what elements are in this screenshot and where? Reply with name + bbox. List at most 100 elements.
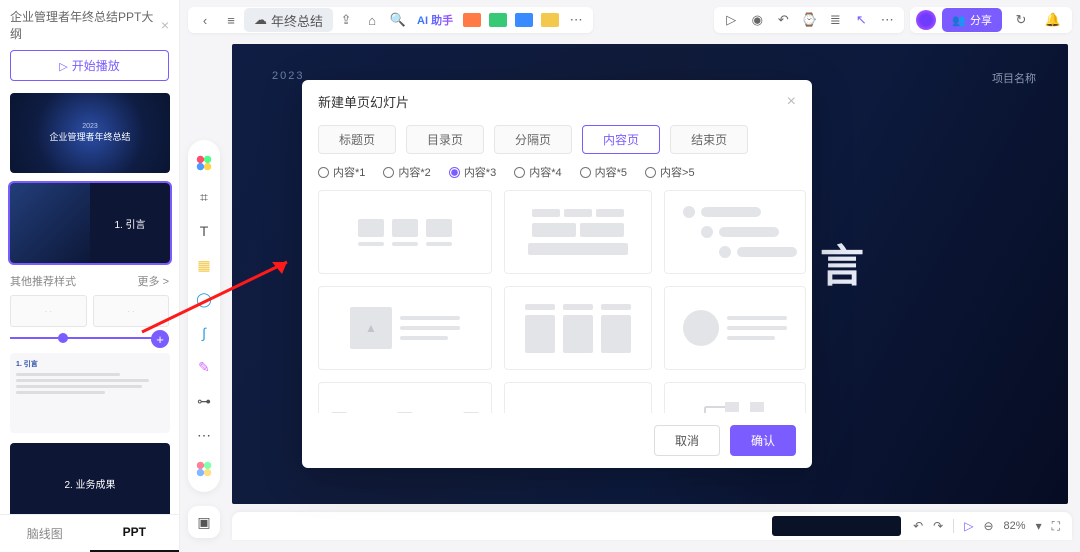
other-styles-header: 其他推荐样式 更多 > <box>10 273 169 289</box>
history-undo-icon[interactable]: ↶ <box>770 8 796 32</box>
thumb-cover-title: 企业管理者年终总结 <box>49 130 130 143</box>
redo-icon[interactable]: ↷ <box>933 519 943 533</box>
color-dots-icon[interactable] <box>195 460 213 478</box>
share-icon: 👥 <box>952 14 966 27</box>
more-styles-link[interactable]: 更多 > <box>138 273 169 289</box>
rail-more-icon[interactable]: ⋯ <box>195 426 213 444</box>
radio-content-4[interactable]: 内容*4 <box>514 164 561 180</box>
document-title-row: 企业管理者年终总结PPT大纲 × <box>0 0 179 50</box>
share-label: 分享 <box>970 12 992 28</box>
text-icon[interactable]: T <box>195 222 213 240</box>
note-icon[interactable]: ▦ <box>195 256 213 274</box>
confirm-button[interactable]: 确认 <box>730 425 796 456</box>
filmstrip-preview[interactable] <box>772 516 901 536</box>
tab-toc-page[interactable]: 目录页 <box>406 125 484 154</box>
add-slide-button[interactable]: + <box>151 330 169 348</box>
template-8[interactable] <box>504 382 652 413</box>
app-g-icon[interactable] <box>489 13 507 27</box>
present-icon[interactable]: ▷ <box>718 8 744 32</box>
template-grid: ▲ <box>302 186 812 413</box>
tab-ppt[interactable]: PPT <box>90 515 180 552</box>
template-1[interactable] <box>318 190 492 274</box>
play-label: 开始播放 <box>72 59 120 73</box>
template-9[interactable] <box>664 382 806 413</box>
theme-icon[interactable] <box>195 154 213 172</box>
doc-chip-label: 年终总结 <box>271 11 323 30</box>
tab-end-page[interactable]: 结束页 <box>670 125 748 154</box>
app-p-icon[interactable] <box>463 13 481 27</box>
tab-divider-page[interactable]: 分隔页 <box>494 125 572 154</box>
canvas-main-text: 言 <box>820 230 868 294</box>
play-icon: ▷ <box>59 61 67 73</box>
style-variants: · · · · <box>10 295 169 327</box>
tab-mindmap[interactable]: 脑线图 <box>0 515 90 552</box>
export-icon[interactable]: ⇪ <box>333 8 359 32</box>
dialog-footer: 取消 确认 <box>302 413 812 468</box>
radio-content-2[interactable]: 内容*2 <box>383 164 430 180</box>
toolbar-overflow-icon[interactable]: ⋯ <box>563 8 589 32</box>
crop-icon[interactable]: ⌗ <box>195 188 213 206</box>
bracket-tree-icon <box>675 399 795 413</box>
insert-slide-line: + <box>10 337 169 339</box>
template-7[interactable] <box>318 382 492 413</box>
left-bottom-tabs: 脑线图 PPT <box>0 514 179 552</box>
tag-icon[interactable]: ⌂ <box>359 8 385 32</box>
record-icon[interactable]: ◉ <box>744 8 770 32</box>
new-slide-dialog: 新建单页幻灯片 × 标题页 目录页 分隔页 内容页 结束页 内容*1 内容*2 … <box>302 80 812 468</box>
thumb-section-1[interactable]: 1. 引言 <box>10 183 170 263</box>
top-toolbar: ‹ ≡ ☁ 年终总结 ⇪ ⌂ 🔍 AI 助手 ⋯ ▷ ◉ ↶ ⌚ ≣ ↖ ⋯ 👥… <box>188 6 1072 34</box>
tab-content-page[interactable]: 内容页 <box>582 125 660 154</box>
close-icon[interactable]: × <box>161 17 169 33</box>
radio-content-1[interactable]: 内容*1 <box>318 164 365 180</box>
start-play-button[interactable]: ▷ 开始播放 <box>10 50 169 81</box>
template-5[interactable] <box>504 286 652 370</box>
template-4[interactable]: ▲ <box>318 286 492 370</box>
dialog-close-icon[interactable]: × <box>787 93 796 111</box>
cursor-icon[interactable]: ↖ <box>848 8 874 32</box>
notification-icon[interactable]: 🔔 <box>1040 8 1066 32</box>
curve-icon[interactable]: ∫ <box>195 324 213 342</box>
variant-1[interactable]: · · <box>10 295 87 327</box>
radio-content-gt5[interactable]: 内容>5 <box>645 164 695 180</box>
radio-content-5[interactable]: 内容*5 <box>580 164 627 180</box>
thumb-outline-hd: 1. 引言 <box>16 359 164 369</box>
thumb-outline[interactable]: 1. 引言 <box>10 353 170 433</box>
shape-icon[interactable]: ◯ <box>195 290 213 308</box>
layout-toggle-button[interactable]: ▣ <box>188 506 220 538</box>
dialog-title: 新建单页幻灯片 <box>318 92 409 111</box>
thumb-cover[interactable]: 2023 企业管理者年终总结 <box>10 93 170 173</box>
chart-icon[interactable]: ≣ <box>822 8 848 32</box>
zoom-percent[interactable]: 82% <box>1004 520 1026 532</box>
menu-icon[interactable]: ≡ <box>218 8 244 32</box>
template-2[interactable] <box>504 190 652 274</box>
doc-chip[interactable]: ☁ 年终总结 <box>244 8 333 32</box>
fullscreen-icon[interactable]: ⛶ <box>1052 519 1060 534</box>
brush-icon[interactable]: ✎ <box>195 358 213 376</box>
app-y-icon[interactable] <box>541 13 559 27</box>
left-sidebar: 企业管理者年终总结PPT大纲 × ▷ 开始播放 2023 企业管理者年终总结 1.… <box>0 0 180 552</box>
pointer-mode-icon[interactable]: ▷ <box>964 519 973 533</box>
zoom-out-icon[interactable]: ⊖ <box>983 519 993 533</box>
connector-icon[interactable]: ⊶ <box>195 392 213 410</box>
app-logo-icon[interactable] <box>916 10 936 30</box>
variant-2[interactable]: · · <box>93 295 170 327</box>
tab-title-page[interactable]: 标题页 <box>318 125 396 154</box>
undo-icon[interactable]: ↶ <box>913 519 923 533</box>
share-button[interactable]: 👥 分享 <box>942 8 1002 32</box>
ai-assistant-button[interactable]: AI 助手 <box>417 12 453 28</box>
content-count-radios: 内容*1 内容*2 内容*3 内容*4 内容*5 内容>5 <box>302 154 812 186</box>
radio-content-3[interactable]: 内容*3 <box>449 164 496 180</box>
search-icon[interactable]: 🔍 <box>385 8 411 32</box>
zoom-dropdown-icon[interactable]: ▾ <box>1036 519 1042 533</box>
canvas-year: 2023 <box>272 70 304 82</box>
back-icon[interactable]: ‹ <box>192 8 218 32</box>
app-b-icon[interactable] <box>515 13 533 27</box>
timer-icon[interactable]: ⌚ <box>796 8 822 32</box>
cancel-button[interactable]: 取消 <box>654 425 720 456</box>
toolbar-more-icon[interactable]: ⋯ <box>874 8 900 32</box>
template-6[interactable] <box>664 286 806 370</box>
thumb-section-2[interactable]: 2. 业务成果 <box>10 443 170 514</box>
template-3[interactable] <box>664 190 806 274</box>
version-history-icon[interactable]: ↻ <box>1008 8 1034 32</box>
other-styles-label: 其他推荐样式 <box>10 273 76 289</box>
